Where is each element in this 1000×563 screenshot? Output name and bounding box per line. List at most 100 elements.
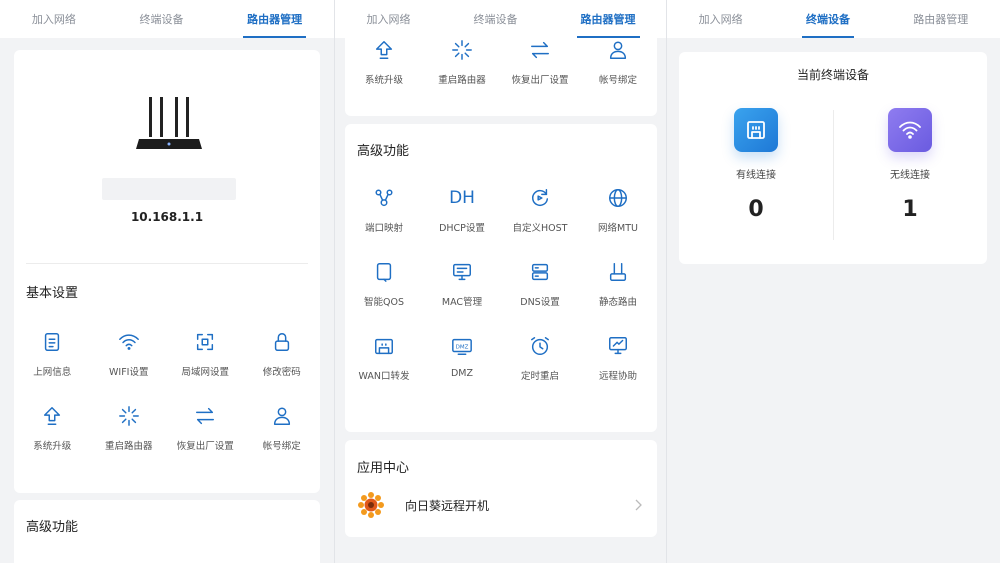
wan-forward-item[interactable]: WAN口转发 xyxy=(345,334,423,382)
custom-host-item[interactable]: 自定义HOST xyxy=(501,186,579,234)
tab-bar: 加入网络 终端设备 路由器管理 xyxy=(335,0,666,38)
smart-qos-item[interactable]: 智能QOS xyxy=(345,260,423,308)
advanced-card: 高级功能 端口映射 DH DHCP设置 自定义HOST 网络MTU 智能QOS … xyxy=(345,124,657,432)
tab-bar: 加入网络 终端设备 路由器管理 xyxy=(667,0,1000,38)
item-label: 修改密码 xyxy=(262,367,301,378)
item-label: 系统升级 xyxy=(364,75,403,86)
lan-icon xyxy=(193,330,217,354)
swap-arrows-icon xyxy=(528,38,552,62)
user-icon xyxy=(270,404,294,428)
item-label: 帐号绑定 xyxy=(598,75,637,86)
wired-connection[interactable]: 有线连接 0 xyxy=(679,108,833,222)
item-label: MAC管理 xyxy=(441,297,483,308)
dns-settings-item[interactable]: DNS设置 xyxy=(501,260,579,308)
wired-tile xyxy=(734,108,778,152)
basic-settings-grid: 系统升级 重启路由器 恢复出厂设置 帐号绑定 xyxy=(345,38,657,86)
tab-terminal-devices[interactable]: 终端设备 xyxy=(801,11,854,38)
change-password-item[interactable]: 修改密码 xyxy=(244,330,321,378)
chevron-right-icon xyxy=(635,499,642,511)
network-mtu-item[interactable]: 网络MTU xyxy=(579,186,657,234)
refresh-circle-icon xyxy=(528,186,552,210)
wireless-tile xyxy=(888,108,932,152)
wifi-icon xyxy=(117,330,141,354)
app-name: 向日葵远程开机 xyxy=(405,498,490,513)
item-label: 恢复出厂设置 xyxy=(511,75,569,86)
tab-join-network[interactable]: 加入网络 xyxy=(32,11,76,38)
item-label: 端口映射 xyxy=(364,223,403,234)
router-management-screen: 加入网络 终端设备 路由器管理 10.168.1.1 基本设置 上网信息 WIF… xyxy=(0,0,334,563)
item-label: 局域网设置 xyxy=(181,367,229,378)
dmz-icon: DMZ xyxy=(450,334,474,358)
item-label: DMZ xyxy=(450,368,474,379)
item-label: 系统升级 xyxy=(33,441,72,452)
tab-bar: 加入网络 终端设备 路由器管理 xyxy=(0,0,334,38)
remote-desktop-icon xyxy=(606,334,630,358)
advanced-functions-screen: 加入网络 终端设备 路由器管理 系统升级 重启路由器 恢复出厂设置 帐号绑定 高… xyxy=(334,0,666,563)
wireless-count: 1 xyxy=(902,197,918,222)
wireless-label: 无线连接 xyxy=(890,170,930,181)
item-label: DHCP设置 xyxy=(439,223,485,234)
account-binding-item[interactable]: 帐号绑定 xyxy=(579,38,657,86)
basic-settings-grid: 上网信息 WIFI设置 局域网设置 修改密码 系统升级 重启路由器 恢复出厂设置… xyxy=(14,330,320,452)
wifi-icon xyxy=(899,121,921,139)
advanced-card: 高级功能 xyxy=(14,500,320,563)
tab-terminal-devices[interactable]: 终端设备 xyxy=(474,11,518,38)
item-label: 重启路由器 xyxy=(104,441,153,452)
item-label: 重启路由器 xyxy=(438,75,486,86)
ethernet-port-icon xyxy=(372,334,396,358)
wifi-settings-item[interactable]: WIFI设置 xyxy=(91,330,168,378)
loading-spinner-icon xyxy=(450,38,474,62)
app-center-title: 应用中心 xyxy=(357,461,410,476)
lan-settings-item[interactable]: 局域网设置 xyxy=(167,330,244,378)
remote-assist-item[interactable]: 远程协助 xyxy=(579,334,657,382)
item-label: 网络MTU xyxy=(598,223,638,234)
router-name-placeholder xyxy=(102,178,236,200)
loading-spinner-icon xyxy=(117,404,141,428)
tab-router-management[interactable]: 路由器管理 xyxy=(576,11,640,38)
ethernet-icon xyxy=(747,121,765,139)
route-icon xyxy=(606,260,630,284)
item-label: 远程协助 xyxy=(598,371,637,382)
item-label: 上网信息 xyxy=(33,367,72,378)
factory-reset-item[interactable]: 恢复出厂设置 xyxy=(167,404,244,452)
tab-router-management[interactable]: 路由器管理 xyxy=(913,11,968,38)
item-label: WAN口转发 xyxy=(358,371,410,382)
sunflower-remote-boot-row[interactable]: 向日葵远程开机 xyxy=(357,490,643,520)
wired-count: 0 xyxy=(748,197,764,222)
dhcp-icon: DH xyxy=(449,188,475,208)
tab-join-network[interactable]: 加入网络 xyxy=(699,11,743,38)
advanced-grid: 端口映射 DH DHCP设置 自定义HOST 网络MTU 智能QOS MAC管理… xyxy=(345,186,657,382)
tab-join-network[interactable]: 加入网络 xyxy=(367,11,411,38)
router-icon xyxy=(136,97,202,149)
factory-reset-item[interactable]: 恢复出厂设置 xyxy=(501,38,579,86)
wired-label: 有线连接 xyxy=(736,170,776,181)
mac-management-item[interactable]: MAC管理 xyxy=(423,260,501,308)
server-icon xyxy=(528,260,552,284)
qos-icon xyxy=(372,260,396,284)
system-upgrade-item[interactable]: 系统升级 xyxy=(14,404,91,452)
upgrade-arrow-icon xyxy=(372,38,396,62)
system-upgrade-item[interactable]: 系统升级 xyxy=(345,38,423,86)
item-label: DNS设置 xyxy=(520,297,560,308)
app-center-card: 应用中心 向日葵远程开机 xyxy=(345,440,657,537)
advanced-title: 高级功能 xyxy=(26,520,79,535)
router-ip: 10.168.1.1 xyxy=(130,210,204,224)
basic-settings-title: 基本设置 xyxy=(26,286,79,301)
wireless-connection[interactable]: 无线连接 1 xyxy=(833,108,987,222)
divider xyxy=(26,263,308,264)
item-label: 定时重启 xyxy=(520,371,559,382)
port-mapping-icon xyxy=(372,186,396,210)
dmz-item[interactable]: DMZ DMZ xyxy=(423,334,501,382)
tab-terminal-devices[interactable]: 终端设备 xyxy=(139,11,183,38)
swap-arrows-icon xyxy=(193,404,217,428)
online-info-item[interactable]: 上网信息 xyxy=(14,330,91,378)
account-binding-item[interactable]: 帐号绑定 xyxy=(244,404,321,452)
scheduled-reboot-item[interactable]: 定时重启 xyxy=(501,334,579,382)
reboot-router-item[interactable]: 重启路由器 xyxy=(91,404,168,452)
static-route-item[interactable]: 静态路由 xyxy=(579,260,657,308)
dhcp-settings-item[interactable]: DH DHCP设置 xyxy=(423,186,501,234)
port-mapping-item[interactable]: 端口映射 xyxy=(345,186,423,234)
tab-router-management[interactable]: 路由器管理 xyxy=(243,11,307,38)
svg-text:DMZ: DMZ xyxy=(456,344,469,350)
reboot-router-item[interactable]: 重启路由器 xyxy=(423,38,501,86)
